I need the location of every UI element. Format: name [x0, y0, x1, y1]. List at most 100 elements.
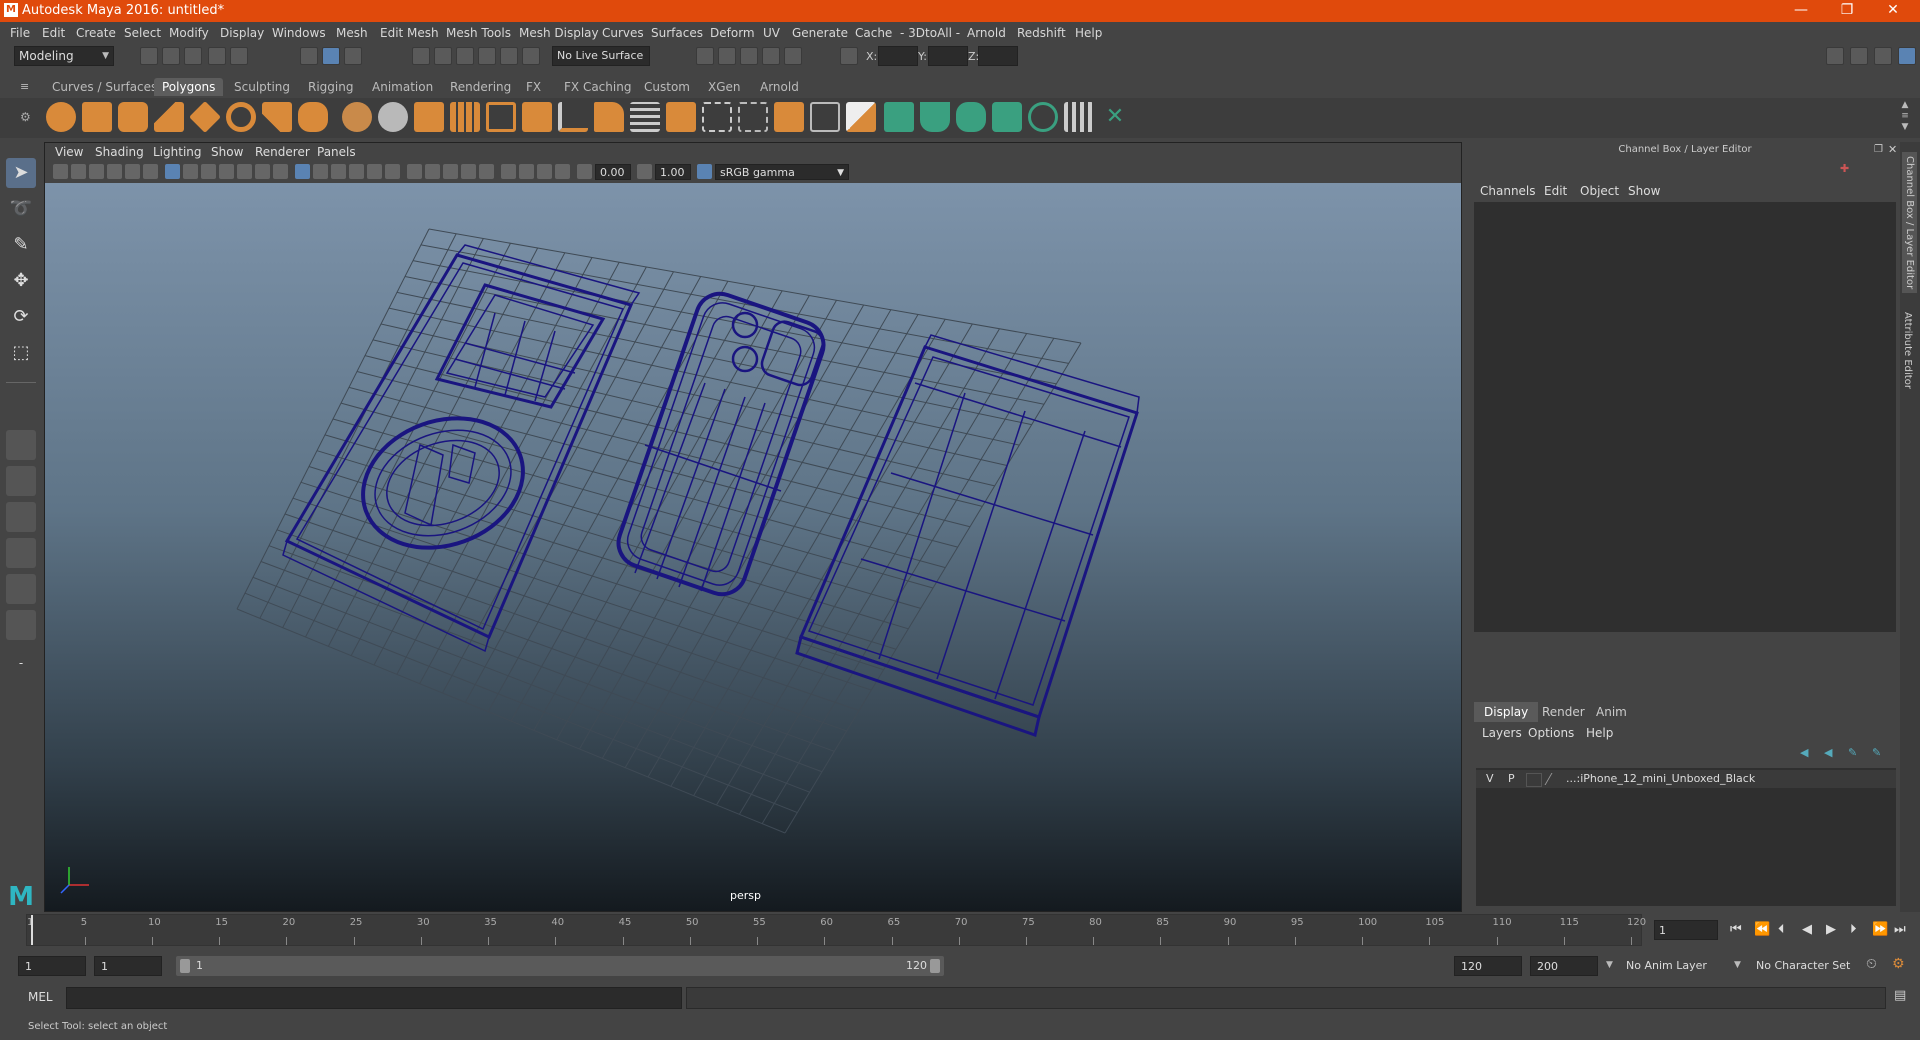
cb-menu-object[interactable]: Object [1580, 184, 1619, 198]
uv-cylindrical-icon[interactable] [920, 102, 950, 132]
tab-custom[interactable]: Custom [636, 78, 698, 96]
single-perspective-layout-button[interactable] [6, 430, 36, 460]
close-button[interactable]: ✕ [1870, 0, 1916, 22]
lights-icon[interactable] [407, 164, 422, 179]
select-tool-button[interactable]: ➤ [6, 158, 36, 188]
2d-pan-zoom-icon[interactable] [125, 164, 140, 179]
field-chart-icon[interactable] [237, 164, 252, 179]
hypershade-icon[interactable] [784, 47, 802, 65]
snap-surface-icon[interactable] [500, 47, 518, 65]
tab-animation[interactable]: Animation [364, 78, 441, 96]
outliner-persp-layout-button[interactable] [6, 610, 36, 640]
camera-select-icon[interactable] [53, 164, 68, 179]
menu-curves[interactable]: Curves [602, 26, 644, 40]
snap-grid-icon[interactable] [412, 47, 430, 65]
poly-pipe-icon[interactable] [298, 102, 328, 132]
resolution-gate-icon[interactable] [201, 164, 216, 179]
tab-fx-caching[interactable]: FX Caching [556, 78, 639, 96]
vp-menu-panels[interactable]: Panels [317, 145, 356, 159]
vp-menu-lighting[interactable]: Lighting [153, 145, 202, 159]
menu-generate[interactable]: Generate [792, 26, 848, 40]
grease-pencil-icon[interactable] [143, 164, 158, 179]
tab-rendering[interactable]: Rendering [442, 78, 519, 96]
use-default-material-icon[interactable] [331, 164, 346, 179]
tool-settings-icon[interactable] [1874, 47, 1892, 65]
append-polygon-icon[interactable] [702, 102, 732, 132]
shelf-gear-icon[interactable]: ⚙ [20, 110, 31, 124]
fill-hole-icon[interactable] [738, 102, 768, 132]
shadows-icon[interactable] [425, 164, 440, 179]
tab-sculpting[interactable]: Sculpting [226, 78, 298, 96]
gate-mask-icon[interactable] [219, 164, 234, 179]
quad-draw-icon[interactable] [846, 102, 876, 132]
tab-curves-surfaces[interactable]: Curves / Surfaces [44, 78, 165, 96]
snap-point-icon[interactable] [456, 47, 474, 65]
menu-mesh-tools[interactable]: Mesh Tools [446, 26, 511, 40]
tab-polygons[interactable]: Polygons [154, 78, 224, 96]
le-menu-options[interactable]: Options [1528, 726, 1574, 740]
open-scene-icon[interactable] [162, 47, 180, 65]
layer-playback-toggle[interactable]: P [1508, 772, 1515, 785]
poly-prism-icon[interactable] [262, 102, 292, 132]
collapse-icon[interactable] [810, 102, 840, 132]
play-backward-icon[interactable]: ◀ [1802, 922, 1812, 937]
close-panel-icon[interactable]: ✕ [1888, 143, 1897, 156]
channel-box-toggle-icon[interactable] [1898, 47, 1916, 65]
sidetab-attribute-editor[interactable]: Attribute Editor [1902, 312, 1913, 389]
menu-surfaces[interactable]: Surfaces [651, 26, 703, 40]
snap-curve-icon[interactable] [434, 47, 452, 65]
le-menu-layers[interactable]: Layers [1482, 726, 1522, 740]
menu-edit-mesh[interactable]: Edit Mesh [380, 26, 439, 40]
perspective-viewport[interactable]: View Shading Lighting Show Renderer Pane… [44, 142, 1462, 912]
go-to-start-icon[interactable]: ⏮ [1730, 922, 1742, 937]
playback-end-input[interactable]: 120 [1454, 956, 1522, 976]
safe-action-icon[interactable] [255, 164, 270, 179]
sidetab-channel-box[interactable]: Channel Box / Layer Editor [1902, 152, 1917, 294]
menu-mesh-display[interactable]: Mesh Display [519, 26, 599, 40]
multi-cut-icon[interactable] [630, 102, 660, 132]
z-coord-input[interactable] [978, 46, 1018, 66]
uv-spherical-icon[interactable] [956, 102, 986, 132]
image-plane-icon[interactable] [107, 164, 122, 179]
animation-end-input[interactable]: 200 [1530, 956, 1598, 976]
menu-windows[interactable]: Windows [272, 26, 326, 40]
select-hierarchy-icon[interactable] [300, 47, 318, 65]
mirror-icon[interactable] [414, 102, 444, 132]
live-surface-field[interactable]: No Live Surface [552, 46, 650, 66]
bookmark-icon[interactable] [89, 164, 104, 179]
attribute-editor-toggle-icon[interactable] [1850, 47, 1868, 65]
tab-xgen[interactable]: XGen [700, 78, 749, 96]
color-management-icon[interactable] [697, 164, 712, 179]
target-weld-icon[interactable] [666, 102, 696, 132]
mel-label[interactable]: MEL [28, 990, 53, 1004]
combine-icon[interactable] [342, 102, 372, 132]
step-forward-key-icon[interactable]: ⏵ [1850, 922, 1857, 937]
exposure-input[interactable]: 0.00 [595, 164, 631, 180]
transform-constraint-icon[interactable] [840, 47, 858, 65]
vp-menu-show[interactable]: Show [211, 145, 243, 159]
ipr-render-icon[interactable] [740, 47, 758, 65]
current-time-marker[interactable] [31, 915, 33, 945]
menu-create[interactable]: Create [76, 26, 116, 40]
tab-anim[interactable]: Anim [1586, 702, 1637, 722]
bevel-icon[interactable] [558, 102, 588, 132]
layer-row[interactable]: V P ...:iPhone_12_mini_Unboxed_Black [1476, 770, 1896, 788]
snap-vertex-icon[interactable] [522, 47, 540, 65]
channel-box-body[interactable] [1474, 202, 1896, 632]
time-slider[interactable]: 1510152025303540455055606570758085909510… [0, 914, 1920, 948]
character-set-dropdown[interactable]: No Character Set [1750, 956, 1866, 976]
x-coord-input[interactable] [878, 46, 918, 66]
smooth-icon[interactable] [450, 102, 480, 132]
playback-start-input[interactable]: 1 [94, 956, 162, 976]
layer-display-type-toggle[interactable] [1526, 773, 1542, 787]
poly-sphere-icon[interactable] [46, 102, 76, 132]
cb-menu-channels[interactable]: Channels [1480, 184, 1536, 198]
uv-editor-icon[interactable] [1064, 102, 1094, 132]
cb-menu-show[interactable]: Show [1628, 184, 1660, 198]
rotate-tool-button[interactable]: ⟳ [6, 302, 36, 332]
range-slider-bar[interactable]: 1 120 [176, 956, 944, 976]
redo-icon[interactable] [230, 47, 248, 65]
go-to-end-icon[interactable]: ⏭ [1894, 922, 1906, 937]
isolate-select-icon[interactable] [501, 164, 516, 179]
film-gate-icon[interactable] [183, 164, 198, 179]
